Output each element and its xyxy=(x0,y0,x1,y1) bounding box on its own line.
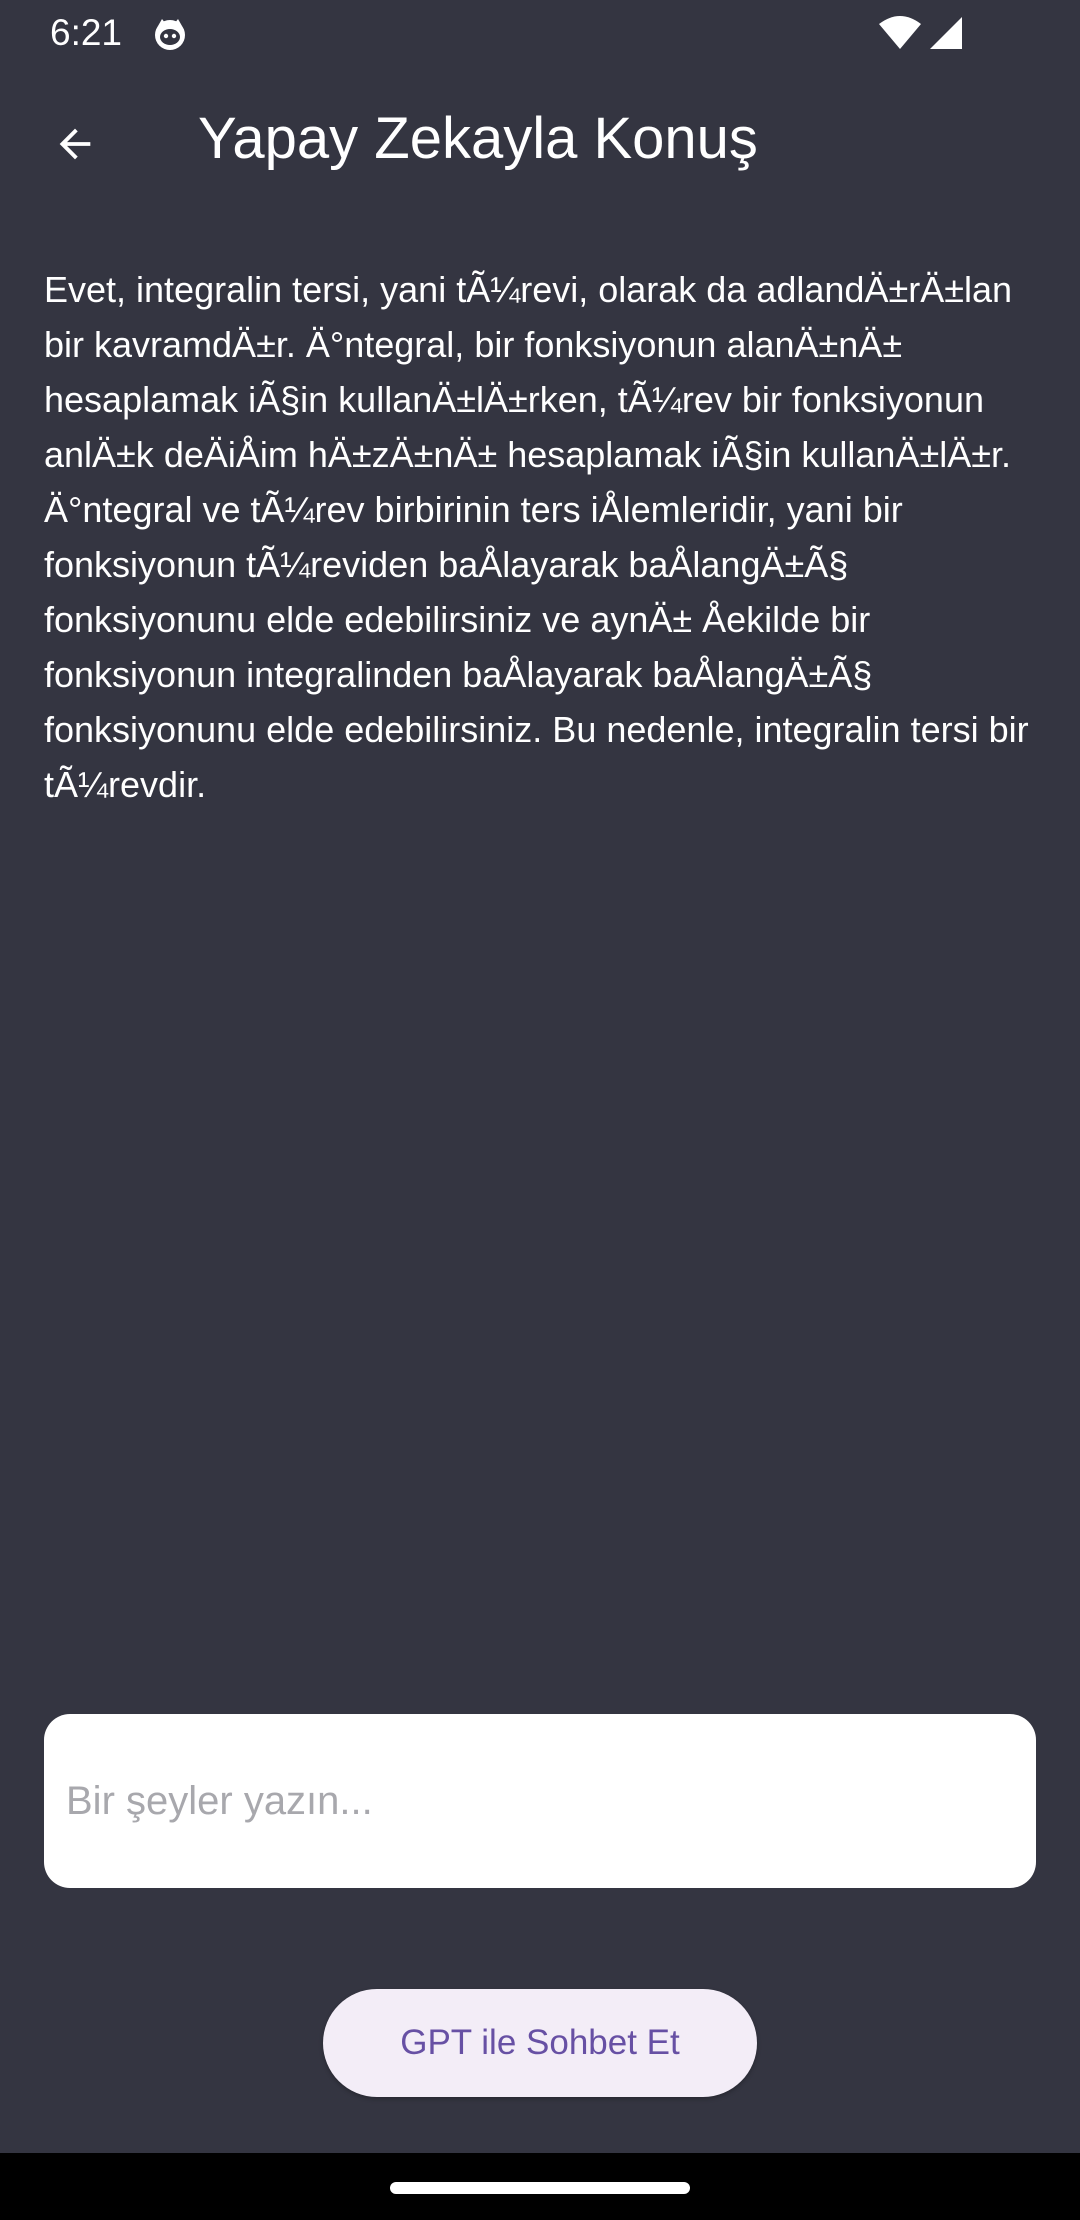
navigation-bar xyxy=(0,2153,1080,2220)
status-bar: 6:21 xyxy=(0,0,1080,66)
message-input-container xyxy=(44,1714,1036,1888)
cat-icon xyxy=(155,19,185,50)
gpt-chat-button[interactable]: GPT ile Sohbet Et xyxy=(323,1989,757,2097)
wifi-icon xyxy=(879,16,921,49)
app-bar: Yapay Zekayla Konuş xyxy=(0,66,1080,222)
back-button[interactable] xyxy=(40,109,110,179)
message-input[interactable] xyxy=(44,1714,1036,1888)
home-handle[interactable] xyxy=(390,2182,690,2194)
status-time: 6:21 xyxy=(50,12,123,53)
arrow-left-icon xyxy=(59,128,91,160)
page-title: Yapay Zekayla Konuş xyxy=(198,106,758,171)
cell-signal-icon xyxy=(930,17,962,49)
response-text: Evet, integralin tersi, yani tÃ¼revi, ol… xyxy=(44,269,1029,805)
